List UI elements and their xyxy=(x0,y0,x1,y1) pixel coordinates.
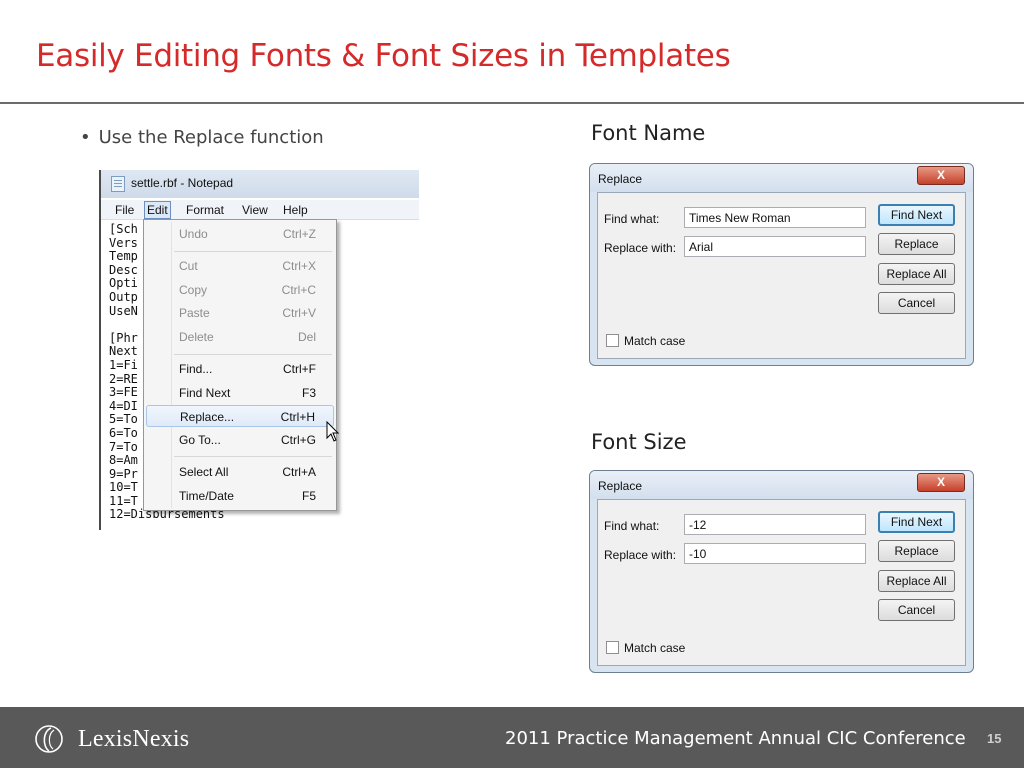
menu-item-shortcut: Ctrl+C xyxy=(281,283,316,297)
menu-item-label: Undo xyxy=(179,227,208,241)
replace-with-input[interactable]: Arial xyxy=(684,236,866,257)
menu-item-find-next[interactable]: Find Next F3 xyxy=(146,382,334,404)
menu-item-shortcut: Ctrl+H xyxy=(280,410,315,424)
mouse-pointer-icon xyxy=(326,421,340,442)
menu-item-shortcut: Ctrl+X xyxy=(282,259,316,273)
menu-item-shortcut: Ctrl+F xyxy=(283,362,316,376)
menu-separator xyxy=(174,251,332,252)
close-button[interactable]: X xyxy=(917,473,965,492)
menu-item-shortcut: Ctrl+G xyxy=(280,433,316,447)
menu-item-cut[interactable]: Cut Ctrl+X xyxy=(146,255,334,277)
lexisnexis-logo-icon xyxy=(35,725,63,753)
menu-item-shortcut: F3 xyxy=(301,386,316,400)
dialog-title: Replace xyxy=(598,479,643,493)
font-name-heading: Font Name xyxy=(591,121,706,145)
menu-edit[interactable]: Edit xyxy=(144,201,171,219)
menu-item-shortcut: Ctrl+V xyxy=(282,306,316,320)
replace-button[interactable]: Replace xyxy=(878,233,955,255)
menu-item-delete[interactable]: Delete Del xyxy=(146,326,334,348)
replace-all-button[interactable]: Replace All xyxy=(878,570,955,592)
slide-title: Easily Editing Fonts & Font Sizes in Tem… xyxy=(36,38,731,74)
page-number: 15 xyxy=(987,731,1002,746)
menu-item-label: Select All xyxy=(179,465,229,479)
bullet-text: Use the Replace function xyxy=(98,127,324,148)
dialog-body: Find what: -12 Replace with: -10 Find Ne… xyxy=(597,499,966,666)
match-case-label: Match case xyxy=(624,334,686,348)
bullet-point: • Use the Replace function xyxy=(80,127,324,148)
menu-item-replace[interactable]: Replace... Ctrl+H xyxy=(146,405,334,427)
replace-with-label: Replace with: xyxy=(604,241,677,255)
match-case-label: Match case xyxy=(624,641,686,655)
match-case-checkbox[interactable] xyxy=(606,334,619,347)
menu-separator xyxy=(174,456,332,457)
edit-menu-dropdown: Undo Ctrl+Z Cut Ctrl+X Copy Ctrl+C Paste… xyxy=(143,219,337,511)
replace-with-label: Replace with: xyxy=(604,548,677,562)
font-size-heading: Font Size xyxy=(591,430,687,454)
menu-item-copy[interactable]: Copy Ctrl+C xyxy=(146,279,334,301)
find-what-label: Find what: xyxy=(604,212,660,226)
notepad-icon xyxy=(111,176,125,192)
close-icon: X xyxy=(936,475,945,489)
menu-format[interactable]: Format xyxy=(184,202,226,218)
close-button[interactable]: X xyxy=(917,166,965,185)
window-border xyxy=(99,170,101,530)
footer-bar: LexisNexis 2011 Practice Management Annu… xyxy=(0,707,1024,768)
dialog-titlebar: Replace X xyxy=(590,164,973,192)
replace-dialog-font-name: Replace X Find what: Times New Roman Rep… xyxy=(589,163,974,366)
menu-item-shortcut: Del xyxy=(297,330,316,344)
menu-file[interactable]: File xyxy=(113,202,136,218)
menu-item-go-to[interactable]: Go To... Ctrl+G xyxy=(146,429,334,451)
dialog-body: Find what: Times New Roman Replace with:… xyxy=(597,192,966,359)
find-what-input[interactable]: -12 xyxy=(684,514,866,535)
replace-with-input[interactable]: -10 xyxy=(684,543,866,564)
menu-item-select-all[interactable]: Select All Ctrl+A xyxy=(146,461,334,483)
menu-item-shortcut: F5 xyxy=(301,489,316,503)
menu-item-paste[interactable]: Paste Ctrl+V xyxy=(146,302,334,324)
replace-dialog-font-size: Replace X Find what: -12 Replace with: -… xyxy=(589,470,974,673)
logo-wordmark: LexisNexis xyxy=(78,726,190,752)
find-next-button[interactable]: Find Next xyxy=(878,204,955,226)
menu-item-label: Copy xyxy=(179,283,208,297)
find-next-button[interactable]: Find Next xyxy=(878,511,955,533)
menu-item-find[interactable]: Find... Ctrl+F xyxy=(146,358,334,380)
menu-item-label: Go To... xyxy=(179,433,221,447)
close-icon: X xyxy=(936,168,945,182)
menu-item-label: Delete xyxy=(179,330,214,344)
menu-item-label: Cut xyxy=(179,259,198,273)
conference-name: 2011 Practice Management Annual CIC Conf… xyxy=(505,728,966,749)
notepad-titlebar: settle.rbf - Notepad xyxy=(101,170,419,198)
menu-item-undo[interactable]: Undo Ctrl+Z xyxy=(146,223,334,245)
menu-item-label: Time/Date xyxy=(179,489,234,503)
menu-item-label: Find Next xyxy=(179,386,231,400)
menu-item-label: Replace... xyxy=(180,410,235,424)
menu-item-time-date[interactable]: Time/Date F5 xyxy=(146,485,334,507)
menu-view[interactable]: View xyxy=(240,202,270,218)
dialog-title: Replace xyxy=(598,172,643,186)
title-divider xyxy=(0,102,1024,104)
cancel-button[interactable]: Cancel xyxy=(878,599,955,621)
dialog-titlebar: Replace X xyxy=(590,471,973,499)
menu-item-label: Find... xyxy=(179,362,213,376)
menu-separator xyxy=(174,354,332,355)
menu-item-shortcut: Ctrl+Z xyxy=(283,227,316,241)
bullet-marker: • xyxy=(80,127,91,148)
menu-item-label: Paste xyxy=(179,306,210,320)
match-case-checkbox[interactable] xyxy=(606,641,619,654)
menu-item-shortcut: Ctrl+A xyxy=(282,465,316,479)
replace-all-button[interactable]: Replace All xyxy=(878,263,955,285)
cancel-button[interactable]: Cancel xyxy=(878,292,955,314)
notepad-title: settle.rbf - Notepad xyxy=(131,176,234,190)
replace-button[interactable]: Replace xyxy=(878,540,955,562)
menu-help[interactable]: Help xyxy=(281,202,310,218)
find-what-label: Find what: xyxy=(604,519,660,533)
find-what-input[interactable]: Times New Roman xyxy=(684,207,866,228)
notepad-menubar: File Edit Format View Help xyxy=(101,200,419,220)
